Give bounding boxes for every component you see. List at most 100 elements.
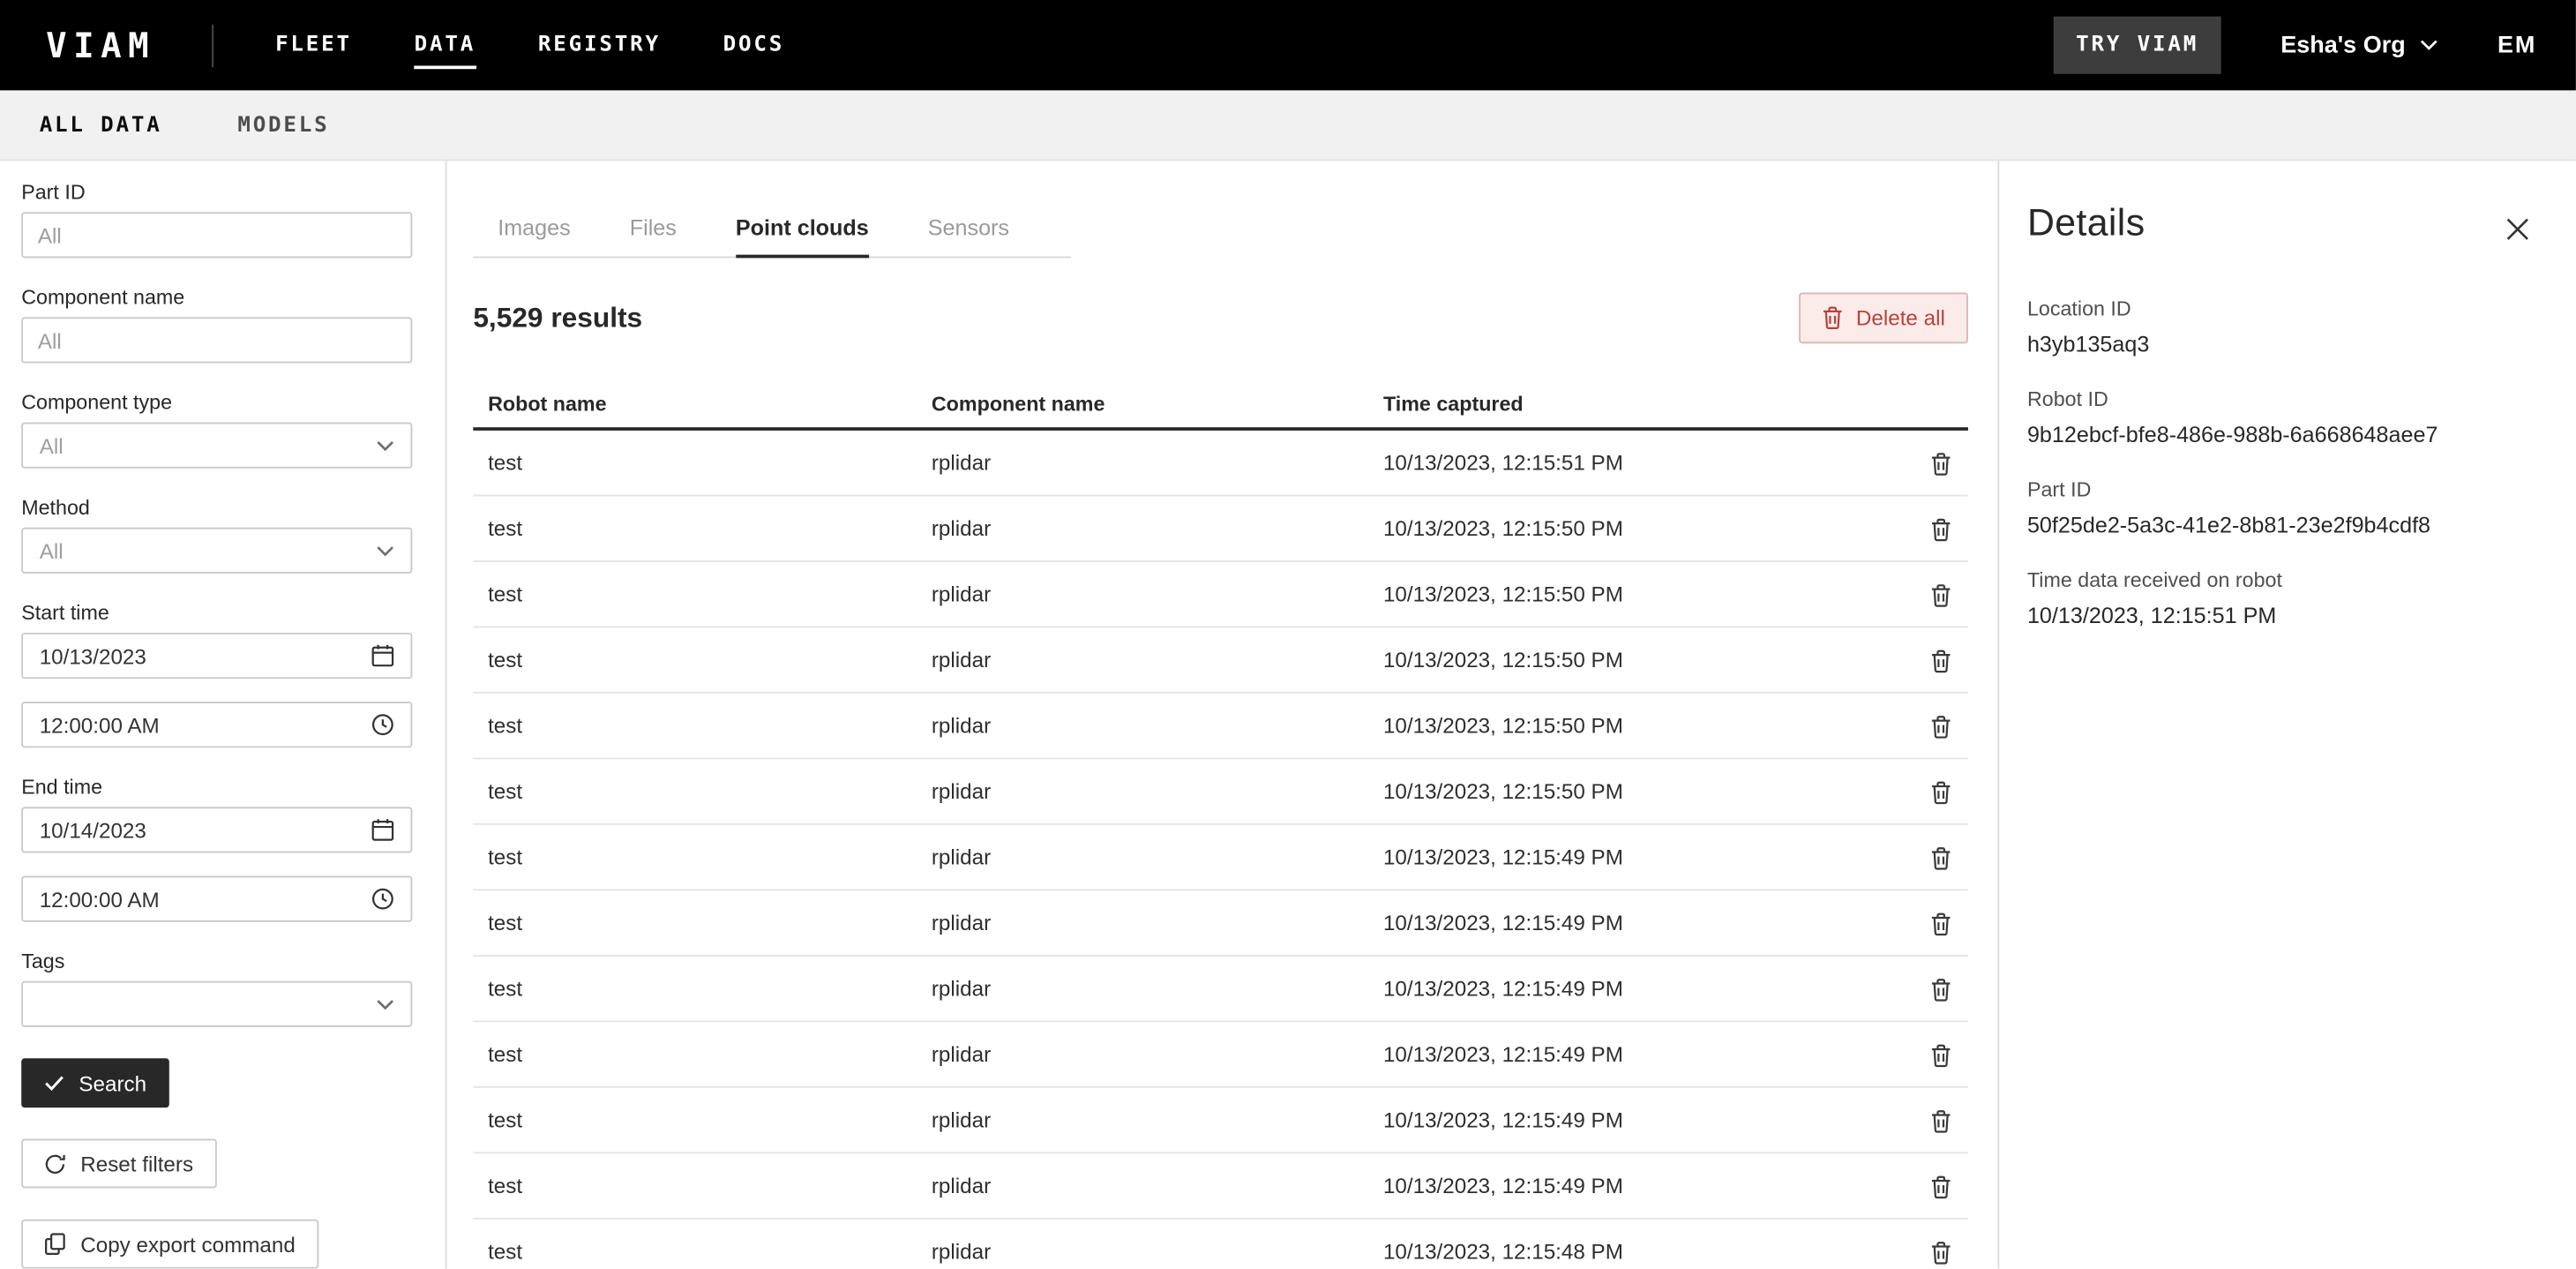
row-delete-button[interactable] [1924, 840, 1968, 875]
delete-all-button[interactable]: Delete all [1799, 292, 1968, 343]
cell-component-name: rplidar [932, 582, 1383, 606]
cell-time-captured: 10/13/2023, 12:15:49 PM [1383, 1108, 1902, 1132]
end-time-value: 12:00:00 AM [40, 887, 160, 912]
clock-icon[interactable] [371, 888, 394, 911]
org-name: Esha's Org [2280, 32, 2405, 58]
row-delete-button[interactable] [1924, 446, 1968, 480]
chevron-down-icon [376, 439, 393, 451]
cell-robot-name: test [488, 1042, 932, 1067]
cell-time-captured: 10/13/2023, 12:15:50 PM [1383, 779, 1902, 804]
nav-item[interactable]: REGISTRY [538, 23, 661, 67]
component-name-input[interactable] [21, 317, 412, 363]
app: VIAM FLEET DATA REGISTRY DOCS TRY VIAM E… [0, 0, 2576, 1269]
component-type-label: Component type [21, 391, 412, 414]
cell-component-name: rplidar [932, 1108, 1383, 1132]
calendar-icon[interactable] [371, 818, 394, 841]
cell-time-captured: 10/13/2023, 12:15:50 PM [1383, 648, 1902, 672]
details-field-value: 9b12ebcf-bfe8-486e-988b-6a668648aee7 [2027, 423, 2536, 447]
end-time-label: End time [21, 776, 412, 799]
clock-icon[interactable] [371, 713, 394, 736]
row-delete-button[interactable] [1924, 905, 1968, 940]
row-delete-button[interactable] [1924, 642, 1968, 677]
data-type-tab[interactable]: Sensors [928, 206, 1009, 257]
table-header: Robot name Component name Time captured [473, 381, 1968, 431]
details-field-label: Part ID [2027, 478, 2536, 501]
end-date-input[interactable]: 10/14/2023 [21, 807, 412, 852]
cell-robot-name: test [488, 779, 932, 804]
data-type-tab[interactable]: Images [498, 206, 570, 257]
cell-time-captured: 10/13/2023, 12:15:50 PM [1383, 516, 1902, 541]
cell-component-name: rplidar [932, 1174, 1383, 1198]
end-time-input[interactable]: 12:00:00 AM [21, 876, 412, 922]
table-row[interactable]: test rplidar 10/13/2023, 12:15:50 PM [473, 627, 1968, 693]
data-type-tab[interactable]: Point clouds [736, 206, 869, 257]
data-type-tab[interactable]: Files [630, 206, 677, 257]
table-row[interactable]: test rplidar 10/13/2023, 12:15:50 PM [473, 496, 1968, 561]
part-id-input[interactable] [21, 212, 412, 258]
component-type-value: All [40, 433, 64, 458]
cell-component-name: rplidar [932, 976, 1383, 1001]
try-viam-button[interactable]: TRY VIAM [2053, 17, 2221, 74]
table-row[interactable]: test rplidar 10/13/2023, 12:15:49 PM [473, 1088, 1968, 1153]
row-delete-button[interactable] [1924, 1235, 1968, 1269]
start-time-label: Start time [21, 602, 412, 625]
viam-logo[interactable]: VIAM [46, 26, 155, 65]
row-delete-button[interactable] [1924, 972, 1968, 1006]
calendar-icon[interactable] [371, 644, 394, 667]
table-row[interactable]: test rplidar 10/13/2023, 12:15:50 PM [473, 759, 1968, 824]
part-id-label: Part ID [21, 181, 412, 204]
cell-robot-name: test [488, 582, 932, 606]
tags-select[interactable] [21, 981, 412, 1027]
row-delete-button[interactable] [1924, 774, 1968, 808]
search-button[interactable]: Search [21, 1058, 169, 1108]
cell-robot-name: test [488, 845, 932, 869]
start-date-input[interactable]: 10/13/2023 [21, 633, 412, 679]
table-row[interactable]: test rplidar 10/13/2023, 12:15:49 PM [473, 957, 1968, 1022]
table-row[interactable]: test rplidar 10/13/2023, 12:15:48 PM [473, 1220, 1968, 1269]
table-row[interactable]: test rplidar 10/13/2023, 12:15:50 PM [473, 694, 1968, 759]
row-delete-button[interactable] [1924, 1037, 1968, 1071]
results-header: 5,529 results Delete all [473, 292, 1968, 343]
user-menu[interactable]: EM [2497, 32, 2536, 58]
table-row[interactable]: test rplidar 10/13/2023, 12:15:49 PM [473, 890, 1968, 956]
reset-filters-button[interactable]: Reset filters [21, 1139, 216, 1189]
table-row[interactable]: test rplidar 10/13/2023, 12:15:49 PM [473, 825, 1968, 890]
details-field-value: 50f25de2-5a3c-41e2-8b81-23e2f9b4cdf8 [2027, 513, 2536, 537]
cell-component-name: rplidar [932, 516, 1383, 541]
close-icon[interactable] [2498, 210, 2536, 248]
table-row[interactable]: test rplidar 10/13/2023, 12:15:49 PM [473, 1153, 1968, 1219]
cell-robot-name: test [488, 1174, 932, 1198]
subnav-tab[interactable]: MODELS [237, 113, 329, 138]
component-type-select[interactable]: All [21, 423, 412, 469]
table-row[interactable]: test rplidar 10/13/2023, 12:15:51 PM [473, 431, 1968, 496]
row-delete-button[interactable] [1924, 577, 1968, 612]
subnav-tab[interactable]: ALL DATA [40, 113, 162, 138]
cell-time-captured: 10/13/2023, 12:15:51 PM [1383, 450, 1902, 475]
cell-robot-name: test [488, 450, 932, 475]
table-row[interactable]: test rplidar 10/13/2023, 12:15:50 PM [473, 562, 1968, 627]
start-time-input[interactable]: 12:00:00 AM [21, 702, 412, 747]
cell-component-name: rplidar [932, 713, 1383, 738]
details-field-label: Time data received on robot [2027, 568, 2536, 591]
table-row[interactable]: test rplidar 10/13/2023, 12:15:49 PM [473, 1022, 1968, 1087]
cell-time-captured: 10/13/2023, 12:15:50 PM [1383, 582, 1902, 606]
copy-export-command-button[interactable]: Copy export command [21, 1220, 318, 1269]
details-fields: Location ID h3yb135aq3 Robot ID 9b12ebcf… [2027, 297, 2536, 627]
nav-item[interactable]: FLEET [275, 23, 352, 67]
details-panel: Details Location ID h3yb135aq3 Robot ID … [1999, 161, 2576, 1268]
row-delete-button[interactable] [1924, 1168, 1968, 1203]
details-field: Part ID 50f25de2-5a3c-41e2-8b81-23e2f9b4… [2027, 478, 2536, 537]
nav-item[interactable]: DOCS [723, 23, 784, 67]
method-select[interactable]: All [21, 528, 412, 574]
org-switcher[interactable]: Esha's Org [2280, 32, 2438, 58]
cell-component-name: rplidar [932, 1239, 1383, 1264]
row-delete-button[interactable] [1924, 1103, 1968, 1138]
results-count: 5,529 results [473, 302, 642, 334]
cell-time-captured: 10/13/2023, 12:15:48 PM [1383, 1239, 1902, 1264]
row-delete-button[interactable] [1924, 511, 1968, 545]
details-field: Robot ID 9b12ebcf-bfe8-486e-988b-6a66864… [2027, 387, 2536, 447]
row-delete-button[interactable] [1924, 709, 1968, 743]
cell-robot-name: test [488, 976, 932, 1001]
nav-divider [211, 24, 213, 66]
nav-item[interactable]: DATA [415, 23, 476, 67]
